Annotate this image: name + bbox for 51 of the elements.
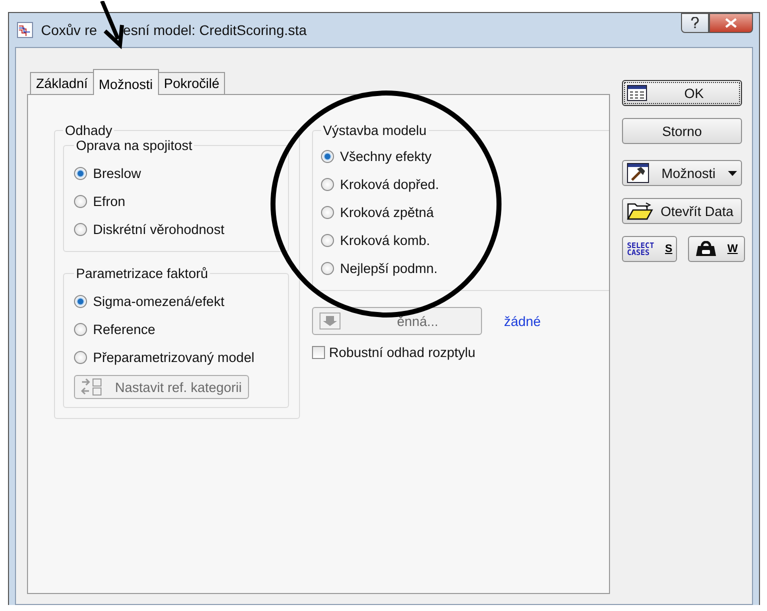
- tab[interactable]: Základní: [30, 72, 94, 94]
- option-label: Přeparametrizovaný model: [93, 350, 254, 364]
- annotation-arrow: [100, 1, 124, 50]
- help-button[interactable]: [681, 13, 709, 33]
- option-label: Nejlepší podmn.: [340, 260, 438, 276]
- radio-button[interactable]: [74, 350, 87, 364]
- tab[interactable]: Pokročilé: [158, 72, 226, 94]
- arrows-grid-icon: [81, 378, 103, 396]
- folder-icon: [627, 201, 653, 221]
- close-icon: [725, 18, 737, 28]
- help-icon: [690, 17, 700, 29]
- hammer-icon: [627, 163, 649, 183]
- group-title: Oprava na spojitost: [75, 138, 194, 153]
- option-label: Všechny efekty: [340, 148, 432, 164]
- checkbox-label: Robustní odhad rozptylu: [329, 345, 476, 360]
- window-title: Coxův re: [41, 22, 98, 38]
- option-label: Diskrétní věrohodnost: [93, 222, 224, 236]
- options-menu-button[interactable]: Možnosti: [622, 160, 742, 186]
- open-data-button[interactable]: Otevřít Data: [622, 198, 742, 224]
- radio-button[interactable]: [321, 234, 334, 246]
- radio-button[interactable]: [74, 194, 87, 208]
- group-title: Parametrizace faktorů: [75, 266, 210, 281]
- ok-button[interactable]: OK: [622, 80, 742, 106]
- group-title: Odhady: [64, 123, 114, 138]
- radio-button[interactable]: [321, 178, 334, 190]
- radio-button[interactable]: [74, 322, 87, 336]
- option-label: Kroková komb.: [340, 232, 430, 248]
- window-title: esní model: CreditScoring.sta: [123, 22, 307, 38]
- option-label: Kroková dopřed.: [340, 176, 440, 192]
- option-label: Breslow: [93, 166, 142, 180]
- import-icon: [319, 312, 341, 330]
- chart-icon: [17, 22, 33, 38]
- radio-button[interactable]: [74, 222, 87, 236]
- radio-button[interactable]: [321, 206, 334, 218]
- tab[interactable]: Možnosti: [92, 69, 159, 95]
- option-label: Kroková zpětná: [340, 204, 434, 220]
- weight-icon: [695, 241, 718, 257]
- option-label: Reference: [93, 322, 156, 336]
- radio-button[interactable]: [321, 262, 334, 274]
- close-button[interactable]: [709, 13, 753, 33]
- radio-button[interactable]: [74, 294, 87, 308]
- weight-button[interactable]: W: [688, 236, 745, 262]
- table-icon: [627, 85, 647, 101]
- group-title: Výstavba modelu: [322, 123, 428, 138]
- radio-button[interactable]: [74, 166, 87, 180]
- caret-icon: [728, 170, 737, 176]
- radio-button[interactable]: [321, 150, 334, 162]
- checkbox[interactable]: [312, 346, 325, 359]
- option-label: Sigma-omezená/efekt: [93, 294, 224, 308]
- cancel-button[interactable]: Storno: [622, 118, 742, 144]
- option-label: Efron: [93, 194, 126, 208]
